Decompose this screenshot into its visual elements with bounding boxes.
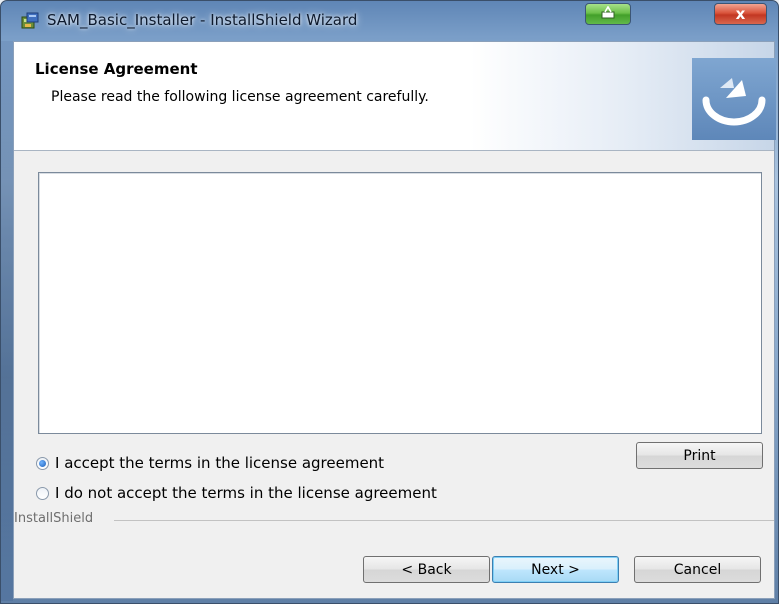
window-title: SAM_Basic_Installer - InstallShield Wiza…: [47, 11, 358, 29]
decline-terms-label: I do not accept the terms in the license…: [55, 484, 437, 502]
accept-terms-radio[interactable]: I accept the terms in the license agreem…: [36, 454, 384, 472]
license-text-box[interactable]: [38, 172, 762, 434]
restore-button[interactable]: [585, 3, 631, 25]
cancel-button[interactable]: Cancel: [634, 556, 761, 583]
installshield-group-label: InstallShield: [14, 511, 94, 526]
page-subtitle: Please read the following license agreem…: [51, 89, 429, 105]
restore-icon: [599, 4, 617, 24]
footer-divider: [114, 520, 774, 521]
radio-selected-icon: [36, 456, 49, 470]
radio-unselected-icon: [36, 486, 49, 500]
print-button[interactable]: Print: [636, 442, 763, 469]
page-title: License Agreement: [35, 60, 198, 78]
wizard-client-area: License Agreement Please read the follow…: [13, 41, 776, 599]
next-button[interactable]: Next >: [492, 556, 619, 583]
installshield-logo-icon: [692, 58, 776, 140]
installer-app-icon: [21, 12, 39, 30]
title-bar[interactable]: SAM_Basic_Installer - InstallShield Wiza…: [1, 1, 778, 41]
installer-window: SAM_Basic_Installer - InstallShield Wiza…: [0, 0, 779, 604]
close-button[interactable]: x: [714, 3, 767, 25]
close-icon: x: [735, 5, 746, 23]
back-button[interactable]: < Back: [363, 556, 490, 583]
accept-terms-label: I accept the terms in the license agreem…: [55, 454, 385, 472]
wizard-banner: License Agreement Please read the follow…: [14, 42, 776, 151]
decline-terms-radio[interactable]: I do not accept the terms in the license…: [36, 484, 437, 502]
